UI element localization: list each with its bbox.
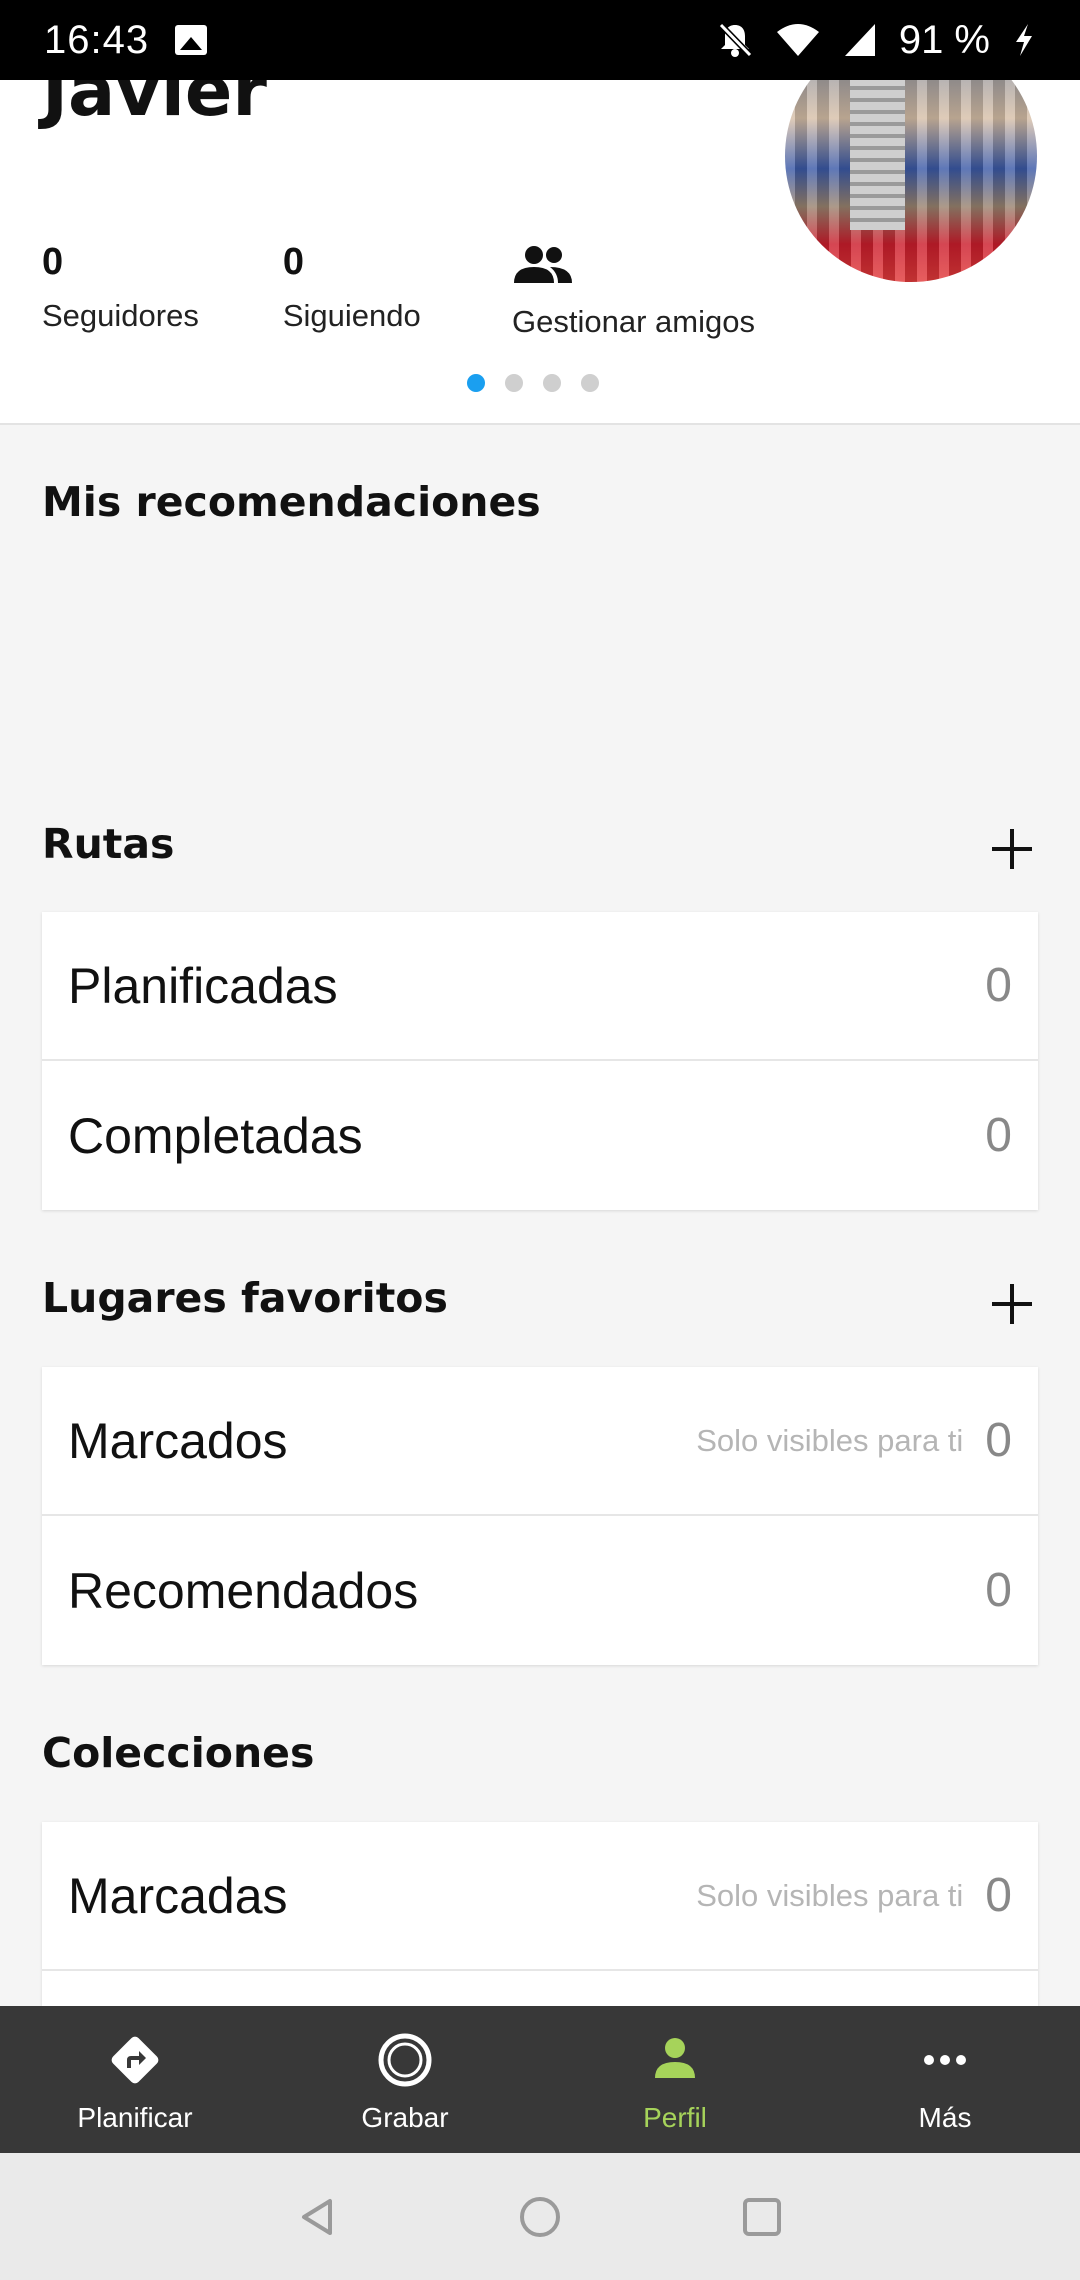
collections-card: Marcadas Solo visibles para ti 0: [42, 1822, 1038, 2006]
back-icon: [302, 2198, 332, 2235]
nav-label: Más: [918, 2102, 972, 2133]
followers-stat[interactable]: 0 Seguidores: [42, 240, 199, 334]
record-icon: [378, 2033, 432, 2087]
pager-dot[interactable]: [505, 374, 523, 392]
pager-dots: [0, 374, 1080, 392]
list-item-label: Completadas: [68, 1107, 363, 1164]
recents-icon: [743, 2197, 781, 2236]
visibility-note: Solo visibles para ti: [696, 1422, 964, 1458]
nav-grabar[interactable]: Grabar: [270, 2006, 540, 2153]
following-label: Siguiendo: [282, 298, 421, 333]
following-count: 0: [282, 241, 304, 283]
list-item-label: Planificadas: [68, 957, 338, 1014]
list-item-count: 0: [985, 959, 1012, 1012]
system-nav-bar: [0, 2153, 1080, 2280]
bottom-nav: Planificar Grabar Perfil Más: [0, 2006, 1080, 2153]
manage-friends-button[interactable]: Gestionar amigos: [512, 245, 755, 340]
list-item-count: 0: [985, 1869, 1012, 1922]
list-item[interactable]: Marcados Solo visibles para ti 0: [42, 1367, 1038, 1516]
nav-mas[interactable]: Más: [810, 2006, 1080, 2153]
bell-off-icon: [718, 22, 752, 58]
nav-label: Perfil: [643, 2102, 707, 2133]
pager-dot[interactable]: [543, 374, 561, 392]
favorite-places-card: Marcados Solo visibles para ti 0 Recomen…: [42, 1367, 1038, 1665]
followers-label: Seguidores: [42, 298, 199, 333]
signal-icon: [844, 24, 875, 56]
routes-card: Planificadas 0 Completadas 0: [42, 912, 1038, 1210]
directions-icon: [111, 2036, 159, 2084]
system-home-button[interactable]: [429, 2195, 651, 2239]
pager-dot[interactable]: [467, 374, 485, 392]
nav-label: Grabar: [361, 2102, 449, 2133]
favorite-places-title: Lugares favoritos: [42, 1274, 448, 1322]
charging-icon: [1016, 24, 1032, 56]
wifi-icon: [776, 24, 819, 56]
profile-name: Javier: [42, 80, 267, 132]
add-route-button[interactable]: [992, 829, 1032, 869]
list-item-label: Marcados: [68, 1412, 288, 1469]
list-item[interactable]: Planificadas 0: [42, 912, 1038, 1061]
add-place-button[interactable]: [992, 1284, 1032, 1324]
people-icon: [514, 246, 572, 283]
avatar-photo-detail: [850, 80, 905, 230]
profile-stats: 0 Seguidores 0 Siguiendo: [42, 240, 505, 334]
pager-dot[interactable]: [581, 374, 599, 392]
nav-perfil[interactable]: Perfil: [540, 2006, 810, 2153]
list-item[interactable]: Recomendados 0: [42, 1516, 1038, 1665]
more-icon: [924, 2055, 966, 2065]
system-recents-button[interactable]: [651, 2195, 873, 2239]
list-item-count: 0: [985, 1109, 1012, 1162]
visibility-note: Solo visibles para ti: [696, 1877, 964, 1913]
list-item[interactable]: Completadas 0: [42, 1061, 1038, 1210]
nav-label: Planificar: [77, 2102, 193, 2133]
avatar[interactable]: [785, 80, 1037, 282]
list-item-label: Recomendados: [68, 1562, 419, 1619]
list-item[interactable]: Marcadas Solo visibles para ti 0: [42, 1822, 1038, 1971]
profile-header: Javier 0 Seguidores 0 Siguiendo Gestiona…: [0, 80, 1080, 425]
recommendations-title: Mis recomendaciones: [42, 478, 541, 526]
following-stat[interactable]: 0 Siguiendo: [283, 240, 421, 334]
image-icon: [175, 25, 208, 55]
manage-friends-label: Gestionar amigos: [512, 304, 755, 339]
list-item-count: 0: [985, 1414, 1012, 1467]
system-back-button[interactable]: [207, 2195, 429, 2239]
home-icon: [520, 2196, 560, 2237]
person-icon: [655, 2038, 695, 2078]
battery-percent: 91 %: [898, 17, 990, 62]
routes-title: Rutas: [42, 820, 175, 868]
followers-count: 0: [42, 241, 64, 283]
collections-title: Colecciones: [42, 1729, 315, 1777]
nav-planificar[interactable]: Planificar: [0, 2006, 270, 2153]
status-bar: 16:43 91 %: [0, 0, 1080, 80]
list-item-count: 0: [985, 1564, 1012, 1617]
list-item-label: Marcadas: [68, 1867, 288, 1924]
status-time: 16:43: [44, 17, 150, 62]
